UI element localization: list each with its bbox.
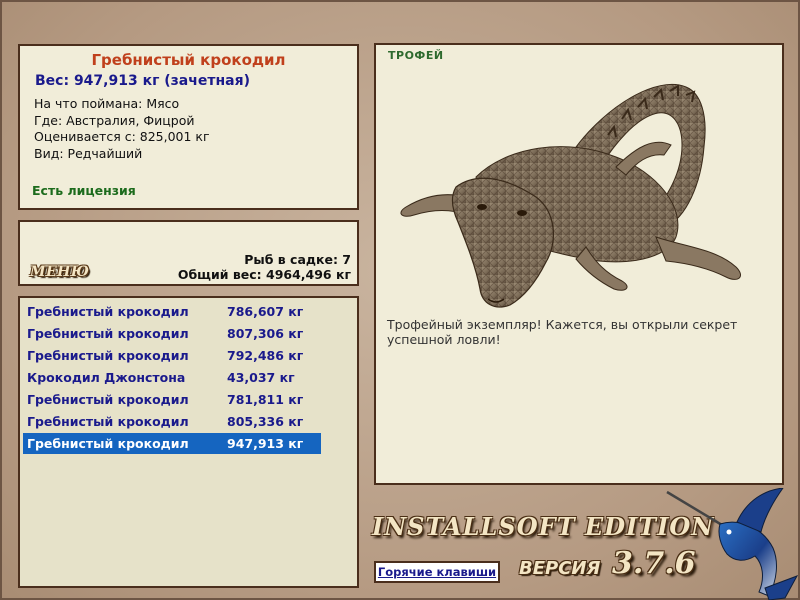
- menu-button[interactable]: МЕНЮ: [30, 264, 89, 280]
- trophy-tag: ТРОФЕЙ: [388, 49, 444, 62]
- catch-row[interactable]: Гребнистый крокодил 805,336 кг: [23, 411, 321, 432]
- keepnet-fish-count: Рыб в садке: 7: [244, 252, 351, 267]
- fish-location: Где: Австралия, Фицрой: [34, 112, 195, 128]
- fish-weight: Вес: 947,913 кг (зачетная): [35, 73, 250, 89]
- catch-list: Гребнистый крокодил 786,607 кг Гребнистый …: [18, 296, 359, 588]
- hotkeys-link[interactable]: Горячие клавиши: [374, 561, 500, 583]
- catch-row[interactable]: Гребнистый крокодил 786,607 кг: [23, 301, 321, 322]
- catch-weight: 43,037 кг: [227, 370, 295, 385]
- fish-rated-from: Оценивается с: 825,001 кг: [34, 129, 210, 144]
- fish-details: На что поймана: Мясо Где: Австралия, Фиц…: [34, 96, 210, 162]
- catch-name: Гребнистый крокодил: [27, 304, 189, 319]
- catch-name: Гребнистый крокодил: [27, 326, 189, 341]
- catch-row[interactable]: Гребнистый крокодил 792,486 кг: [23, 345, 321, 366]
- catch-row[interactable]: Гребнистый крокодил 781,811 кг: [23, 389, 321, 410]
- catch-row[interactable]: Гребнистый крокодил 807,306 кг: [23, 323, 321, 344]
- version-label: ВЕРСИЯ: [519, 558, 601, 579]
- trophy-panel: ТРОФЕЙ Трофейный экземпляр! Кажется, вы …: [374, 43, 784, 485]
- fish-bait: На что поймана: Мясо: [34, 96, 180, 111]
- catch-weight: 947,913 кг: [227, 436, 304, 451]
- catch-row[interactable]: Крокодил Джонстона 43,037 кг: [23, 367, 321, 388]
- catch-name: Гребнистый крокодил: [27, 414, 189, 429]
- catch-weight: 805,336 кг: [227, 414, 304, 429]
- crocodile-image: [400, 84, 741, 308]
- keepnet-total-weight: Общий вес: 4964,496 кг: [177, 267, 351, 282]
- catch-row[interactable]: Гребнистый крокодил 947,913 кг: [23, 433, 321, 454]
- catch-weight: 781,811 кг: [227, 392, 304, 407]
- edition-logo-text: INSTALLSOFT EDITION: [372, 512, 715, 541]
- catch-weight: 807,306 кг: [227, 326, 304, 341]
- catch-weight: 786,607 кг: [227, 304, 304, 319]
- fish-info-panel: Гребнистый крокодил Вес: 947,913 кг (зач…: [18, 44, 359, 210]
- catch-name: Крокодил Джонстона: [27, 370, 186, 385]
- catch-name: Гребнистый крокодил: [27, 436, 189, 451]
- trophy-description: Трофейный экземпляр! Кажется, вы открыли…: [387, 317, 738, 347]
- catch-weight: 792,486 кг: [227, 348, 304, 363]
- keepnet-panel: МЕНЮ Рыб в садке: 7 Общий вес: 4964,496 …: [18, 220, 359, 286]
- marlin-logo-icon: [666, 488, 799, 600]
- fish-rarity: Вид: Редчайший: [34, 145, 143, 161]
- license-status: Есть лицензия: [32, 183, 136, 198]
- catch-name: Гребнистый крокодил: [27, 392, 189, 407]
- fish-title: Гребнистый крокодил: [91, 51, 286, 69]
- keepnet-stats: Рыб в садке: 7 Общий вес: 4964,496 кг: [178, 252, 351, 282]
- catch-name: Гребнистый крокодил: [27, 348, 189, 363]
